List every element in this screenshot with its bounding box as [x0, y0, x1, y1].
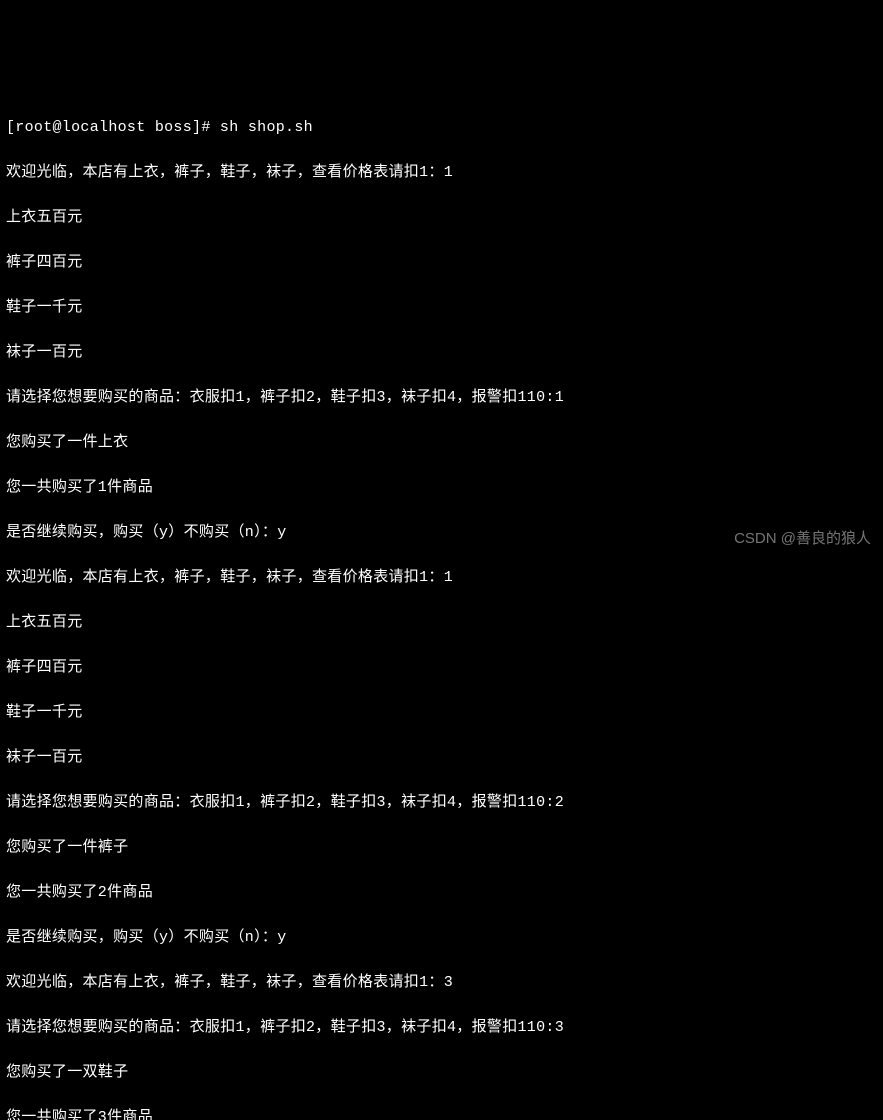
output-line: 袜子一百元 [6, 747, 877, 770]
output-line: 是否继续购买，购买（y）不购买（n）：y [6, 927, 877, 950]
output-line: 鞋子一千元 [6, 297, 877, 320]
output-line: 您购买了一件裤子 [6, 837, 877, 860]
shell-prompt: [root@localhost boss]# sh shop.sh [6, 117, 877, 140]
output-line: 您购买了一双鞋子 [6, 1062, 877, 1085]
output-line: 您购买了一件上衣 [6, 432, 877, 455]
output-line: 请选择您想要购买的商品：衣服扣1，裤子扣2，鞋子扣3，袜子扣4，报警扣110:1 [6, 387, 877, 410]
output-line: 您一共购买了3件商品 [6, 1107, 877, 1120]
output-line: 您一共购买了2件商品 [6, 882, 877, 905]
output-line: 您一共购买了1件商品 [6, 477, 877, 500]
output-line: 欢迎光临，本店有上衣，裤子，鞋子，袜子，查看价格表请扣1：3 [6, 972, 877, 995]
output-line: 上衣五百元 [6, 612, 877, 635]
output-line: 欢迎光临，本店有上衣，裤子，鞋子，袜子，查看价格表请扣1：1 [6, 162, 877, 185]
output-line: 裤子四百元 [6, 657, 877, 680]
output-line: 上衣五百元 [6, 207, 877, 230]
output-line: 请选择您想要购买的商品：衣服扣1，裤子扣2，鞋子扣3，袜子扣4，报警扣110:2 [6, 792, 877, 815]
output-line: 请选择您想要购买的商品：衣服扣1，裤子扣2，鞋子扣3，袜子扣4，报警扣110:3 [6, 1017, 877, 1040]
terminal-output: [root@localhost boss]# sh shop.sh 欢迎光临，本… [6, 94, 877, 1120]
output-line: 鞋子一千元 [6, 702, 877, 725]
output-line: 欢迎光临，本店有上衣，裤子，鞋子，袜子，查看价格表请扣1：1 [6, 567, 877, 590]
output-line: 裤子四百元 [6, 252, 877, 275]
output-line: 袜子一百元 [6, 342, 877, 365]
watermark-text: CSDN @善良的狼人 [734, 528, 871, 551]
